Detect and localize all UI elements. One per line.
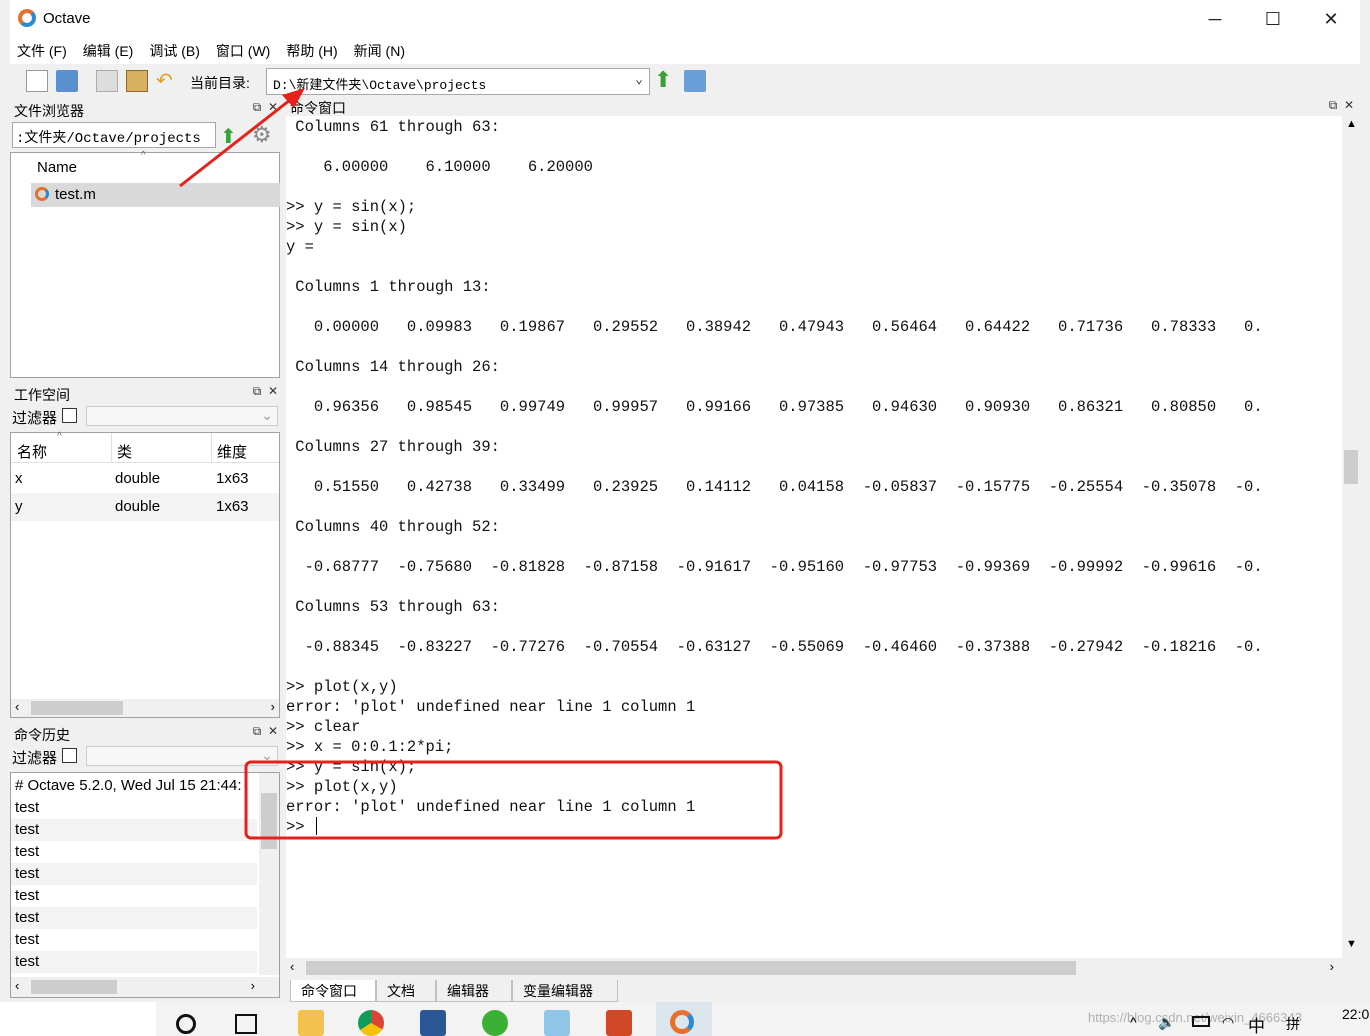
chrome-icon[interactable] [358,1010,384,1036]
tray-chevron-icon[interactable]: ^ [1130,1014,1137,1030]
annotation-overlay [179,88,783,840]
powerpoint-icon[interactable] [606,1010,632,1036]
search-circle-icon[interactable] [176,1014,196,1034]
battery-icon[interactable] [1192,1016,1210,1027]
annotation-arrow [179,98,291,188]
word-icon[interactable] [420,1010,446,1036]
octave-task-button[interactable] [656,1002,712,1036]
task-view-icon[interactable] [235,1014,257,1034]
app-icon[interactable] [544,1010,570,1036]
taskbar-search-area[interactable] [0,1002,156,1036]
taskbar: https://blog.csdn.net/weixin_4666343 ^ 🔈… [0,1002,1370,1036]
volume-icon[interactable]: 🔈 [1158,1014,1175,1031]
annotation-box [244,760,783,840]
wechat-icon[interactable] [482,1010,508,1036]
wifi-icon[interactable]: ◠ [1222,1014,1234,1031]
ime-indicator[interactable]: 中 [1248,1012,1265,1036]
ime-mode-indicator[interactable]: 拼 [1286,1014,1300,1034]
clock[interactable]: 22:0 [1342,1006,1369,1022]
octave-logo-icon [670,1010,694,1034]
file-explorer-icon[interactable] [298,1010,324,1036]
